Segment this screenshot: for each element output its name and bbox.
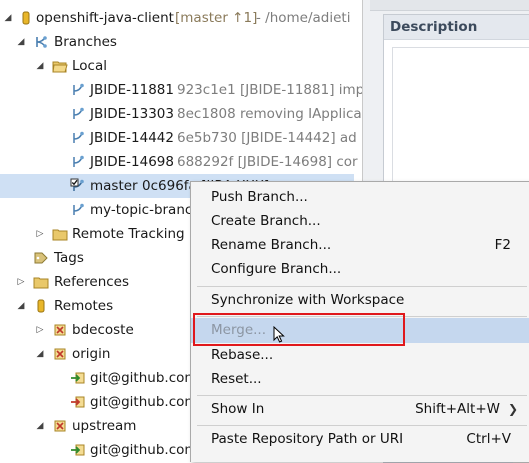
branches-icon — [36, 36, 47, 48]
menu-item-label: Paste Repository Path or URI — [211, 431, 404, 447]
branch-detail: 6e5b730 [JBIDE-14442] ad — [177, 130, 357, 146]
local-label: Local — [72, 58, 107, 74]
chevron-right-icon[interactable]: ▷ — [34, 318, 46, 342]
tag-icon — [34, 252, 48, 264]
references-label: References — [54, 274, 130, 290]
menu-separator — [197, 425, 527, 426]
context-menu[interactable]: Push Branch... Create Branch... Rename B… — [190, 181, 529, 462]
menu-item-shortcut: Ctrl+V — [466, 431, 511, 447]
remotes-icon — [37, 299, 45, 313]
branch-icon — [73, 203, 84, 215]
menu-item-label: Rebase... — [211, 347, 274, 363]
repository-icon — [22, 11, 30, 25]
remote-icon — [54, 348, 66, 360]
remote-url: git@github.con — [90, 370, 193, 386]
menu-item-label: Create Branch... — [211, 213, 321, 229]
branch-icon — [73, 83, 84, 95]
menu-item-configure-branch[interactable]: Configure Branch... — [191, 257, 529, 282]
menu-item-label: Configure Branch... — [211, 261, 342, 277]
branch-detail: 688292f [JBIDE-14698] cor — [177, 154, 358, 170]
push-icon — [71, 396, 85, 408]
menu-item-push-branch[interactable]: Push Branch... — [191, 185, 529, 210]
menu-item-create-branch[interactable]: Create Branch... — [191, 209, 529, 234]
folder-icon — [52, 229, 68, 241]
branch-name: JBIDE-11881 — [90, 82, 174, 98]
menu-item-paste-path[interactable]: Paste Repository Path or URI Ctrl+V — [191, 427, 529, 452]
chevron-down-icon[interactable]: ◢ — [34, 54, 46, 78]
chevron-down-icon[interactable]: ◢ — [15, 30, 27, 54]
menu-separator — [197, 395, 527, 396]
branches-label: Branches — [54, 34, 117, 50]
menu-item-shortcut: F2 — [494, 237, 511, 253]
tree-branch-item[interactable]: JBIDE-14442 6e5b730 [JBIDE-14442] ad — [0, 126, 362, 150]
branch-detail: 8ec1808 removing IApplica — [177, 106, 362, 122]
description-header[interactable]: Description — [384, 15, 529, 40]
menu-item-label: Show In — [211, 401, 265, 417]
description-label: Description — [390, 19, 478, 35]
branch-icon — [73, 131, 84, 143]
remote-icon — [54, 324, 66, 336]
remote-name: upstream — [72, 418, 137, 434]
menu-item-label: Reset... — [211, 371, 262, 387]
annotation-highlight-box — [193, 313, 405, 346]
branch-name: JBIDE-14698 — [90, 154, 174, 170]
branch-name: my-topic-branc — [90, 202, 193, 218]
menu-item-show-in[interactable]: Show In Shift+Alt+W ❯ — [191, 397, 529, 422]
menu-separator — [197, 286, 527, 287]
chevron-right-icon[interactable]: ▷ — [34, 222, 46, 246]
tree-branches-node[interactable]: ◢ Branches — [0, 30, 362, 54]
branch-icon — [73, 107, 84, 119]
branch-name: JBIDE-14442 — [90, 130, 174, 146]
menu-item-reset[interactable]: Reset... — [191, 367, 529, 392]
menu-item-rebase[interactable]: Rebase... — [191, 343, 529, 368]
chevron-down-icon[interactable]: ◢ — [15, 294, 27, 318]
tree-branch-item[interactable]: JBIDE-13303 8ec1808 removing IApplica — [0, 102, 362, 126]
tree-repo-node[interactable]: ◢ openshift-java-client [master ↑1] - /h… — [0, 6, 362, 30]
remote-tracking-label: Remote Tracking — [72, 226, 185, 242]
tree-branch-item[interactable]: JBIDE-14698 688292f [JBIDE-14698] cor — [0, 150, 362, 174]
branch-detail: 923c1e1 [JBIDE-11881] imp — [177, 82, 362, 98]
tree-branch-item[interactable]: JBIDE-11881 923c1e1 [JBIDE-11881] imp — [0, 78, 362, 102]
menu-item-label: Push Branch... — [211, 189, 308, 205]
repo-name: openshift-java-client — [36, 10, 174, 26]
chevron-down-icon[interactable]: ◢ — [34, 414, 46, 438]
chevron-down-icon[interactable]: ◢ — [34, 342, 46, 366]
fetch-icon — [71, 444, 85, 456]
remote-icon — [54, 420, 66, 432]
submenu-arrow-icon: ❯ — [507, 402, 518, 416]
chevron-down-icon[interactable]: ◢ — [2, 6, 14, 30]
remote-url: git@github.con — [90, 394, 193, 410]
remote-name: bdecoste — [72, 322, 134, 338]
repo-status: [master ↑1] — [175, 10, 258, 26]
folder-open-icon — [52, 61, 68, 73]
checked-out-branch-icon — [70, 178, 84, 191]
menu-item-rename-branch[interactable]: Rename Branch... F2 — [191, 233, 529, 258]
fetch-icon — [71, 372, 85, 384]
branch-name: JBIDE-13303 — [90, 106, 174, 122]
remote-name: origin — [72, 346, 111, 362]
branch-icon — [73, 155, 84, 167]
menu-item-label: Synchronize with Workspace — [211, 292, 405, 308]
menu-item-shortcut: Shift+Alt+W — [415, 401, 500, 417]
chevron-right-icon[interactable]: ▷ — [15, 270, 27, 294]
pane-header-strip — [370, 0, 529, 11]
folder-icon — [33, 277, 49, 289]
menu-item-synchronize[interactable]: Synchronize with Workspace — [191, 288, 529, 313]
remotes-label: Remotes — [54, 298, 114, 314]
repo-path: - /home/adieti — [256, 10, 351, 26]
branch-name: master — [90, 178, 138, 194]
tree-local-node[interactable]: ◢ Local — [0, 54, 362, 78]
tags-label: Tags — [54, 250, 84, 266]
menu-item-label: Rename Branch... — [211, 237, 332, 253]
